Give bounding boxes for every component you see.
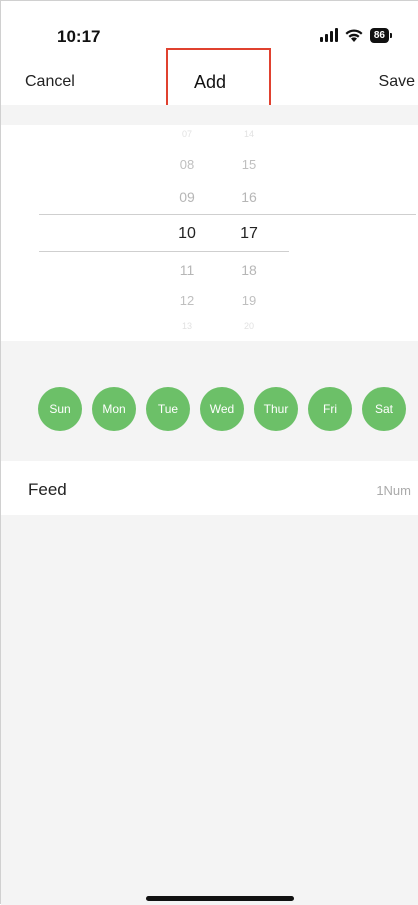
- day-button-sun[interactable]: Sun: [38, 387, 82, 431]
- top-separator: [1, 105, 418, 125]
- picker-option[interactable]: 18: [229, 262, 269, 278]
- feed-label: Feed: [28, 480, 67, 499]
- home-indicator: [146, 896, 294, 901]
- picker-option[interactable]: 09: [167, 189, 207, 205]
- signal-icon: [319, 28, 338, 42]
- picker-option[interactable]: 20: [229, 321, 269, 331]
- picker-option[interactable]: 15: [229, 157, 269, 172]
- status-time: 10:17: [57, 27, 101, 46]
- picker-option[interactable]: 10: [167, 225, 207, 243]
- picker-option[interactable]: 07: [167, 129, 207, 139]
- picker-option[interactable]: 12: [167, 293, 207, 308]
- picker-option[interactable]: 11: [167, 262, 207, 278]
- status-bar: 10:17 86: [1, 1, 418, 61]
- status-icons: 86: [319, 27, 393, 43]
- picker-selection-line-bottom: [39, 251, 289, 252]
- feed-row[interactable]: Feed 1Num: [1, 465, 418, 515]
- phone-screen: 10:17 86 Cancel Add Save 07 08 09 10 11 12 13 …: [0, 0, 418, 905]
- picker-option[interactable]: 08: [167, 157, 207, 172]
- day-button-wed[interactable]: Wed: [200, 387, 244, 431]
- picker-option[interactable]: 14: [229, 129, 269, 139]
- page-title: Add: [193, 72, 227, 92]
- wifi-icon: [345, 29, 363, 42]
- weekday-selector: Sun Mon Tue Wed Thur Fri Sat: [1, 341, 418, 461]
- day-button-tue[interactable]: Tue: [146, 387, 190, 431]
- time-picker[interactable]: 07 08 09 10 11 12 13 14 15 16 17 18 19 20: [1, 125, 418, 341]
- picker-option[interactable]: 19: [229, 293, 269, 308]
- picker-option[interactable]: 17: [229, 225, 269, 243]
- empty-content-area: [1, 515, 418, 905]
- day-button-mon[interactable]: Mon: [92, 387, 136, 431]
- picker-option[interactable]: 13: [167, 321, 207, 331]
- save-button[interactable]: Save: [379, 73, 415, 91]
- nav-bar: Cancel Add Save: [1, 61, 418, 105]
- picker-option[interactable]: 16: [229, 189, 269, 205]
- battery-icon: 86: [369, 27, 393, 43]
- day-button-thur[interactable]: Thur: [254, 387, 298, 431]
- weekday-row: Sun Mon Tue Wed Thur Fri Sat: [38, 387, 406, 431]
- picker-selection-line-top: [39, 214, 416, 215]
- day-button-sat[interactable]: Sat: [362, 387, 406, 431]
- feed-value: 1Num: [376, 483, 411, 498]
- day-button-fri[interactable]: Fri: [308, 387, 352, 431]
